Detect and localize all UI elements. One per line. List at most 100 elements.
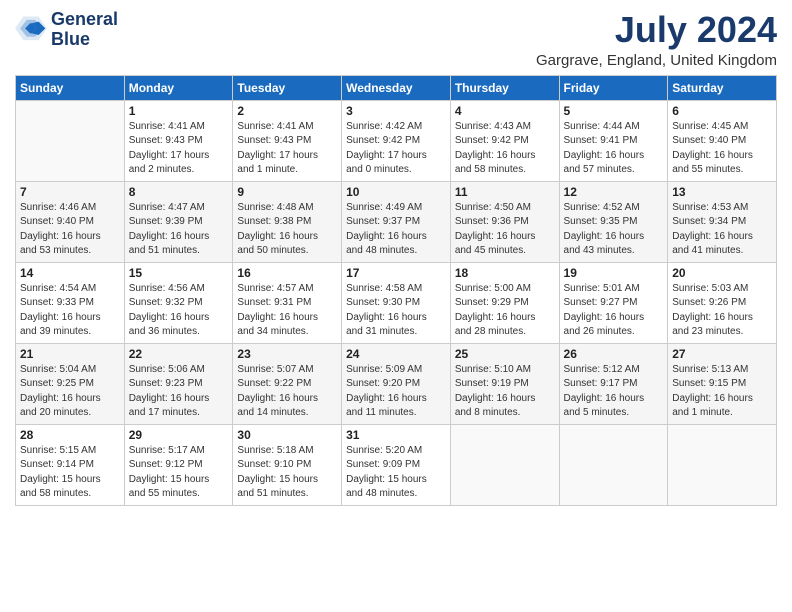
day-info: Sunrise: 5:20 AM Sunset: 9:09 PM Dayligh… <box>346 444 446 502</box>
calendar-cell: 23 Sunrise: 5:07 AM Sunset: 9:22 PM Dayli… <box>233 343 342 424</box>
calendar-cell: 19 Sunrise: 5:01 AM Sunset: 9:27 PM Dayli… <box>559 262 668 343</box>
day-number: 20 <box>672 266 772 280</box>
calendar-week-row: 7 Sunrise: 4:46 AM Sunset: 9:40 PM Daylig… <box>16 181 777 262</box>
calendar-cell: 14 Sunrise: 4:54 AM Sunset: 9:33 PM Dayli… <box>16 262 125 343</box>
day-number: 10 <box>346 185 446 199</box>
calendar-cell <box>16 100 125 181</box>
day-info: Sunrise: 5:06 AM Sunset: 9:23 PM Dayligh… <box>129 363 229 421</box>
calendar-week-row: 21Sunrise: 5:04 AM Sunset: 9:25 PM Dayli… <box>16 343 777 424</box>
day-number: 12 <box>564 185 664 199</box>
calendar-cell: 29 Sunrise: 5:17 AM Sunset: 9:12 PM Dayli… <box>124 424 233 505</box>
day-info: Sunrise: 4:48 AM Sunset: 9:38 PM Dayligh… <box>237 201 337 259</box>
day-info: Sunrise: 4:53 AM Sunset: 9:34 PM Dayligh… <box>672 201 772 259</box>
page-header: General Blue July 2024 Gargrave, England… <box>15 10 777 69</box>
day-number: 27 <box>672 347 772 361</box>
day-info: Sunrise: 5:09 AM Sunset: 9:20 PM Dayligh… <box>346 363 446 421</box>
day-info: Sunrise: 5:01 AM Sunset: 9:27 PM Dayligh… <box>564 282 664 340</box>
day-number: 26 <box>564 347 664 361</box>
day-number: 19 <box>564 266 664 280</box>
col-header-monday: Monday <box>124 75 233 100</box>
day-number: 9 <box>237 185 337 199</box>
calendar-cell <box>668 424 777 505</box>
col-header-thursday: Thursday <box>450 75 559 100</box>
calendar-cell: 26Sunrise: 5:12 AM Sunset: 9:17 PM Dayli… <box>559 343 668 424</box>
day-number: 7 <box>20 185 120 199</box>
col-header-sunday: Sunday <box>16 75 125 100</box>
calendar-cell: 24 Sunrise: 5:09 AM Sunset: 9:20 PM Dayli… <box>342 343 451 424</box>
day-info: Sunrise: 4:45 AM Sunset: 9:40 PM Dayligh… <box>672 120 772 178</box>
calendar-cell: 28Sunrise: 5:15 AM Sunset: 9:14 PM Dayli… <box>16 424 125 505</box>
day-info: Sunrise: 5:15 AM Sunset: 9:14 PM Dayligh… <box>20 444 120 502</box>
day-number: 13 <box>672 185 772 199</box>
day-info: Sunrise: 4:56 AM Sunset: 9:32 PM Dayligh… <box>129 282 229 340</box>
logo-icon <box>15 16 47 44</box>
calendar-header-row: SundayMondayTuesdayWednesdayThursdayFrid… <box>16 75 777 100</box>
calendar-week-row: 1 Sunrise: 4:41 AM Sunset: 9:43 PM Daylig… <box>16 100 777 181</box>
day-number: 22 <box>129 347 229 361</box>
day-number: 15 <box>129 266 229 280</box>
day-info: Sunrise: 4:41 AM Sunset: 9:43 PM Dayligh… <box>129 120 229 178</box>
day-info: Sunrise: 5:13 AM Sunset: 9:15 PM Dayligh… <box>672 363 772 421</box>
title-block: July 2024 Gargrave, England, United King… <box>536 10 777 69</box>
day-number: 17 <box>346 266 446 280</box>
day-info: Sunrise: 4:52 AM Sunset: 9:35 PM Dayligh… <box>564 201 664 259</box>
calendar-cell: 9 Sunrise: 4:48 AM Sunset: 9:38 PM Daylig… <box>233 181 342 262</box>
calendar-cell: 8 Sunrise: 4:47 AM Sunset: 9:39 PM Daylig… <box>124 181 233 262</box>
day-info: Sunrise: 4:41 AM Sunset: 9:43 PM Dayligh… <box>237 120 337 178</box>
day-info: Sunrise: 5:04 AM Sunset: 9:25 PM Dayligh… <box>20 363 120 421</box>
calendar-table: SundayMondayTuesdayWednesdayThursdayFrid… <box>15 75 777 506</box>
calendar-cell: 21Sunrise: 5:04 AM Sunset: 9:25 PM Dayli… <box>16 343 125 424</box>
day-info: Sunrise: 4:47 AM Sunset: 9:39 PM Dayligh… <box>129 201 229 259</box>
day-number: 16 <box>237 266 337 280</box>
col-header-saturday: Saturday <box>668 75 777 100</box>
day-info: Sunrise: 4:42 AM Sunset: 9:42 PM Dayligh… <box>346 120 446 178</box>
calendar-cell: 1 Sunrise: 4:41 AM Sunset: 9:43 PM Daylig… <box>124 100 233 181</box>
col-header-wednesday: Wednesday <box>342 75 451 100</box>
day-info: Sunrise: 4:50 AM Sunset: 9:36 PM Dayligh… <box>455 201 555 259</box>
day-number: 23 <box>237 347 337 361</box>
location-title: Gargrave, England, United Kingdom <box>536 52 777 69</box>
col-header-tuesday: Tuesday <box>233 75 342 100</box>
day-number: 31 <box>346 428 446 442</box>
day-info: Sunrise: 5:00 AM Sunset: 9:29 PM Dayligh… <box>455 282 555 340</box>
day-number: 1 <box>129 104 229 118</box>
day-number: 14 <box>20 266 120 280</box>
calendar-cell: 6 Sunrise: 4:45 AM Sunset: 9:40 PM Daylig… <box>668 100 777 181</box>
day-number: 8 <box>129 185 229 199</box>
calendar-cell: 5Sunrise: 4:44 AM Sunset: 9:41 PM Daylig… <box>559 100 668 181</box>
day-info: Sunrise: 5:10 AM Sunset: 9:19 PM Dayligh… <box>455 363 555 421</box>
calendar-week-row: 28Sunrise: 5:15 AM Sunset: 9:14 PM Dayli… <box>16 424 777 505</box>
month-title: July 2024 <box>536 10 777 50</box>
day-info: Sunrise: 4:44 AM Sunset: 9:41 PM Dayligh… <box>564 120 664 178</box>
calendar-cell: 18 Sunrise: 5:00 AM Sunset: 9:29 PM Dayli… <box>450 262 559 343</box>
day-number: 4 <box>455 104 555 118</box>
calendar-cell: 20Sunrise: 5:03 AM Sunset: 9:26 PM Dayli… <box>668 262 777 343</box>
logo-text: General Blue <box>51 10 118 50</box>
day-number: 25 <box>455 347 555 361</box>
calendar-cell: 31 Sunrise: 5:20 AM Sunset: 9:09 PM Dayli… <box>342 424 451 505</box>
day-number: 11 <box>455 185 555 199</box>
calendar-cell: 10Sunrise: 4:49 AM Sunset: 9:37 PM Dayli… <box>342 181 451 262</box>
calendar-cell: 4Sunrise: 4:43 AM Sunset: 9:42 PM Daylig… <box>450 100 559 181</box>
calendar-cell: 2 Sunrise: 4:41 AM Sunset: 9:43 PM Daylig… <box>233 100 342 181</box>
day-info: Sunrise: 5:18 AM Sunset: 9:10 PM Dayligh… <box>237 444 337 502</box>
day-info: Sunrise: 4:57 AM Sunset: 9:31 PM Dayligh… <box>237 282 337 340</box>
calendar-cell: 16 Sunrise: 4:57 AM Sunset: 9:31 PM Dayli… <box>233 262 342 343</box>
calendar-cell: 11 Sunrise: 4:50 AM Sunset: 9:36 PM Dayli… <box>450 181 559 262</box>
day-number: 30 <box>237 428 337 442</box>
logo: General Blue <box>15 10 118 50</box>
calendar-cell: 15 Sunrise: 4:56 AM Sunset: 9:32 PM Dayli… <box>124 262 233 343</box>
calendar-cell: 12 Sunrise: 4:52 AM Sunset: 9:35 PM Dayli… <box>559 181 668 262</box>
day-info: Sunrise: 5:17 AM Sunset: 9:12 PM Dayligh… <box>129 444 229 502</box>
calendar-cell <box>450 424 559 505</box>
calendar-cell: 7 Sunrise: 4:46 AM Sunset: 9:40 PM Daylig… <box>16 181 125 262</box>
calendar-cell: 13 Sunrise: 4:53 AM Sunset: 9:34 PM Dayli… <box>668 181 777 262</box>
day-number: 6 <box>672 104 772 118</box>
day-number: 24 <box>346 347 446 361</box>
day-info: Sunrise: 5:07 AM Sunset: 9:22 PM Dayligh… <box>237 363 337 421</box>
day-number: 2 <box>237 104 337 118</box>
day-number: 29 <box>129 428 229 442</box>
day-info: Sunrise: 4:54 AM Sunset: 9:33 PM Dayligh… <box>20 282 120 340</box>
day-info: Sunrise: 4:46 AM Sunset: 9:40 PM Dayligh… <box>20 201 120 259</box>
day-number: 18 <box>455 266 555 280</box>
